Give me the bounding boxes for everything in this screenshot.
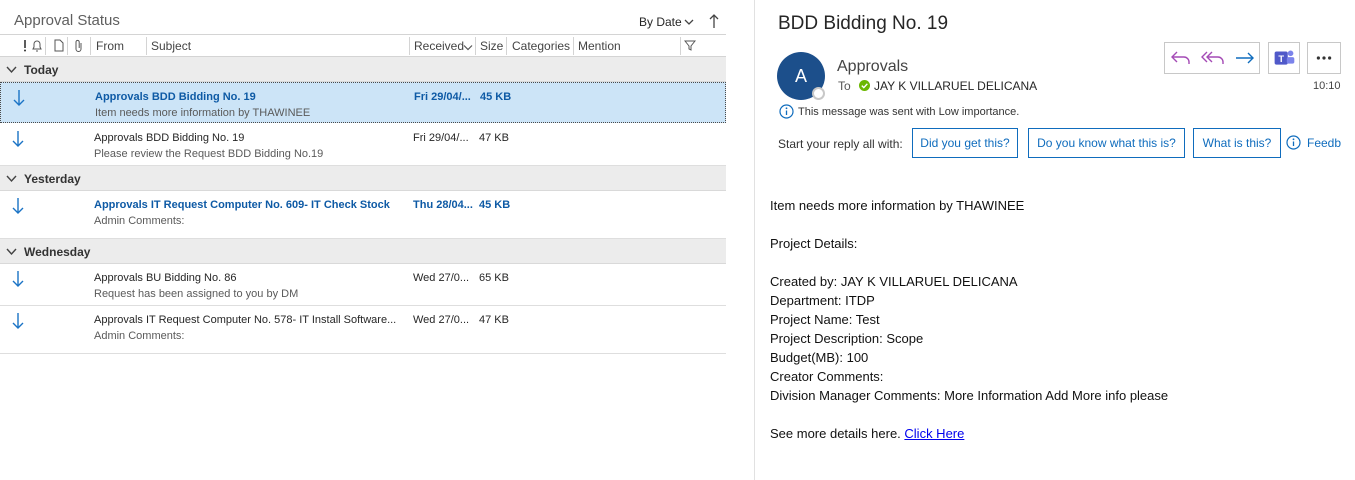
reading-pane: BDD Bidding No. 19 A Approvals To JAY K …: [755, 0, 1355, 480]
presence-indicator: [812, 87, 825, 100]
list-item[interactable]: Approvals BU Bidding No. 86 Request has …: [0, 264, 726, 306]
sender-subject: Approvals IT Request Computer No. 609- I…: [94, 199, 390, 211]
message-preview: Item needs more information by THAWINEE: [95, 107, 311, 119]
message-preview: Admin Comments:: [94, 330, 185, 342]
received-date: Wed 27/0...: [413, 314, 470, 326]
message-preview: Request has been assigned to you by DM: [94, 288, 299, 300]
column-header-bar: From Subject Received Size Categories Me…: [0, 34, 726, 57]
list-item[interactable]: Approvals BDD Bidding No. 19 Please revi…: [0, 124, 726, 166]
check-icon: [859, 80, 870, 91]
group-label: Wednesday: [24, 245, 91, 259]
see-more-line: See more details here. Click Here: [770, 426, 964, 441]
sender-subject: Approvals BU Bidding No. 86: [94, 272, 237, 284]
click-here-link[interactable]: Click Here: [904, 426, 964, 441]
sort-by-dropdown[interactable]: By Date: [639, 15, 682, 29]
to-label: To: [838, 79, 851, 93]
message-preview: Admin Comments:: [94, 215, 185, 227]
list-item[interactable]: Approvals BDD Bidding No. 19 Item needs …: [0, 82, 726, 123]
importance-notice: This message was sent with Low importanc…: [798, 106, 1020, 118]
message-subject: BDD Bidding No. 19: [778, 13, 949, 34]
down-arrow-icon: [12, 313, 24, 329]
body-text: Created by: JAY K VILLARUEL DELICANA: [770, 274, 1018, 289]
down-arrow-icon: [12, 131, 24, 147]
message-list-pane: Approval Status By Date From Subject Rec…: [0, 0, 726, 480]
message-preview: Please review the Request BDD Bidding No…: [94, 148, 324, 160]
sender-subject: Approvals BDD Bidding No. 19: [94, 132, 245, 144]
suggested-reply-button[interactable]: Did you get this?: [912, 128, 1018, 158]
info-icon[interactable]: [1286, 135, 1301, 150]
reply-icon[interactable]: [1165, 43, 1197, 73]
column-subject[interactable]: Subject: [151, 39, 191, 53]
received-date: Thu 28/04...: [413, 199, 473, 211]
feedback-link[interactable]: Feedb: [1307, 136, 1341, 150]
body-text: Project Description: Scope: [770, 331, 924, 346]
group-header-today[interactable]: Today: [0, 57, 726, 82]
body-text: Project Name: Test: [770, 312, 880, 327]
collapse-chevron-icon[interactable]: [6, 65, 17, 74]
reminder-bell-icon[interactable]: [31, 39, 43, 52]
reply-actions: [1164, 42, 1260, 74]
message-time: 10:10: [1313, 80, 1341, 92]
reply-all-icon[interactable]: [1197, 43, 1229, 73]
list-item[interactable]: Approvals IT Request Computer No. 578- I…: [0, 306, 726, 354]
sort-chevron-icon: [463, 45, 473, 51]
body-text: Creator Comments:: [770, 369, 884, 384]
forward-icon[interactable]: [1229, 43, 1261, 73]
sender-subject: Approvals IT Request Computer No. 578- I…: [94, 314, 397, 326]
sender-name[interactable]: Approvals: [837, 58, 908, 76]
more-icon[interactable]: [1307, 42, 1341, 74]
group-header-yesterday[interactable]: Yesterday: [0, 166, 726, 191]
down-arrow-icon: [12, 198, 24, 214]
received-date: Fri 29/04/...: [414, 91, 471, 103]
chevron-down-icon[interactable]: [683, 16, 695, 28]
down-arrow-icon: [12, 271, 24, 287]
group-label: Yesterday: [24, 172, 81, 186]
message-size: 45 KB: [479, 199, 511, 211]
message-size: 65 KB: [479, 272, 509, 284]
collapse-chevron-icon[interactable]: [6, 174, 17, 183]
body-text: Budget(MB): 100: [770, 350, 869, 365]
recipient-name[interactable]: JAY K VILLARUEL DELICANA: [874, 79, 1037, 93]
see-more-text: See more details here.: [770, 426, 905, 441]
column-received[interactable]: Received: [414, 39, 464, 53]
body-text: Department: ITDP: [770, 293, 875, 308]
column-size[interactable]: Size: [480, 39, 503, 53]
list-item[interactable]: Approvals IT Request Computer No. 609- I…: [0, 191, 726, 239]
folder-header: Approval Status By Date: [0, 0, 726, 33]
body-text: Project Details:: [770, 236, 858, 251]
svg-text:T: T: [1278, 54, 1284, 64]
group-header-wednesday[interactable]: Wednesday: [0, 239, 726, 264]
message-size: 47 KB: [479, 132, 509, 144]
collapse-chevron-icon[interactable]: [6, 247, 17, 256]
info-icon: [779, 104, 794, 119]
folder-title: Approval Status: [14, 12, 120, 29]
column-from[interactable]: From: [96, 39, 124, 53]
body-text: Division Manager Comments: More Informat…: [770, 388, 1169, 403]
message-size: 47 KB: [479, 314, 509, 326]
received-date: Fri 29/04/...: [413, 132, 469, 144]
teams-icon[interactable]: T: [1268, 42, 1300, 74]
suggested-replies-label: Start your reply all with:: [778, 137, 903, 151]
message-size: 45 KB: [480, 91, 512, 103]
down-arrow-icon: [13, 90, 25, 106]
column-mention[interactable]: Mention: [578, 39, 621, 53]
group-label: Today: [24, 63, 59, 77]
attachment-icon[interactable]: [73, 39, 85, 52]
suggested-reply-button[interactable]: Do you know what this is?: [1028, 128, 1185, 158]
sort-direction-up-icon[interactable]: [708, 13, 720, 29]
received-date: Wed 27/0...: [413, 272, 470, 284]
column-categories[interactable]: Categories: [512, 39, 570, 53]
sender-subject: Approvals BDD Bidding No. 19: [95, 91, 256, 103]
body-text: Item needs more information by THAWINEE: [770, 198, 1025, 213]
item-type-icon[interactable]: [53, 39, 65, 52]
suggested-reply-button[interactable]: What is this?: [1193, 128, 1281, 158]
filter-icon[interactable]: [684, 39, 696, 52]
